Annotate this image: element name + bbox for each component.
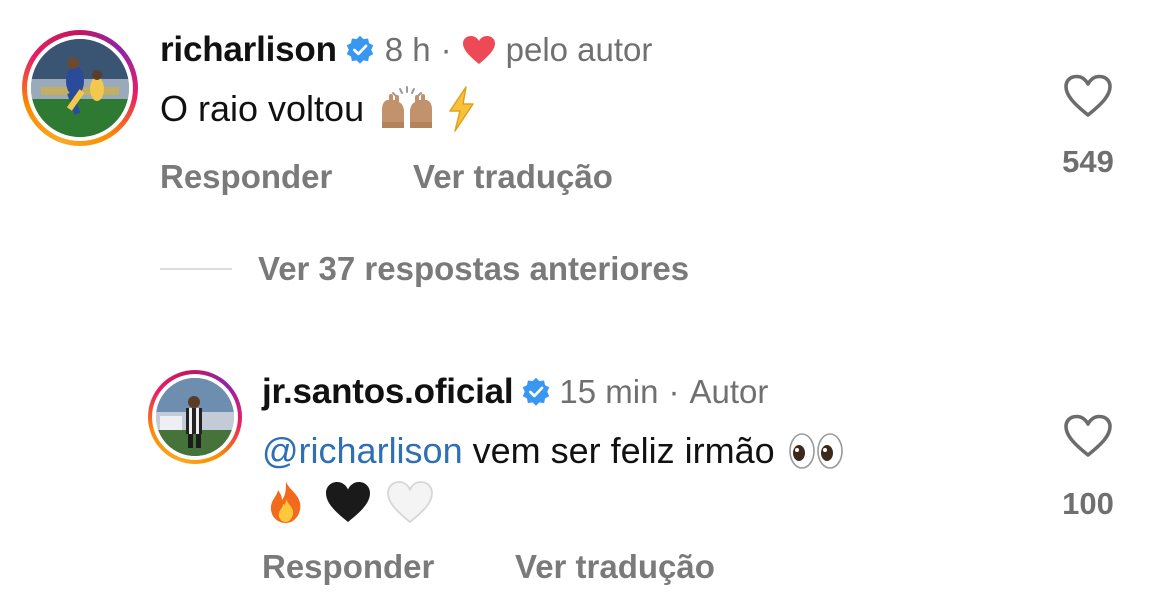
reply-header: jr.santos.oficial 15 min · Autor [262,370,768,414]
view-previous-replies-button[interactable]: Ver 37 respostas anteriores [258,250,689,288]
reply-like-button[interactable] [1063,414,1113,458]
comment-translate-button[interactable]: Ver tradução [413,158,613,196]
comment-reply-button[interactable]: Responder [160,158,332,196]
eyes-emoji [787,431,845,471]
verified-badge-icon [345,35,375,65]
reply-text: vem ser feliz irmão [462,430,775,471]
reply-mention-link[interactable]: @richarlison [262,430,463,472]
story-ring [22,30,138,146]
reply-emoji-line [262,478,434,526]
author-badge: Autor [689,373,769,410]
liked-by-author-heart-icon [462,35,496,65]
comment-timestamp: 8 h [384,31,431,68]
fire-emoji [262,479,310,525]
comment-text: O raio voltou [160,88,365,129]
story-ring [148,370,242,464]
comment-header: richarlison 8 h · pelo autor [160,28,652,72]
reply-reply-button[interactable]: Responder [262,548,434,586]
lightning-emoji [444,86,478,132]
heart-outline-icon [1064,74,1112,117]
white-heart-emoji [386,480,434,524]
reply-like-count: 100 [1062,486,1114,521]
reply-username[interactable]: jr.santos.oficial [262,372,514,412]
comment-body: O raio voltou [160,84,478,134]
comment-avatar[interactable] [22,30,138,146]
verified-badge-icon [521,377,551,407]
reply-body: @richarlison vem ser feliz irmão [262,426,845,476]
raised-hands-emoji [378,86,436,132]
avatar-photo [31,39,129,137]
black-heart-emoji [324,480,372,524]
heart-outline-icon [1064,414,1112,457]
meta-separator: · [668,373,680,410]
meta-separator: · [440,31,452,68]
avatar-photo [156,378,234,456]
comment-like-count: 549 [1062,144,1114,179]
reply-avatar[interactable] [148,370,242,464]
liked-by-author-label: pelo autor [505,31,653,68]
reply-translate-button[interactable]: Ver tradução [515,548,715,586]
reply-timestamp: 15 min [559,373,659,410]
comment-username[interactable]: richarlison [160,30,337,70]
comment-like-button[interactable] [1063,74,1113,118]
replies-divider [160,268,232,270]
